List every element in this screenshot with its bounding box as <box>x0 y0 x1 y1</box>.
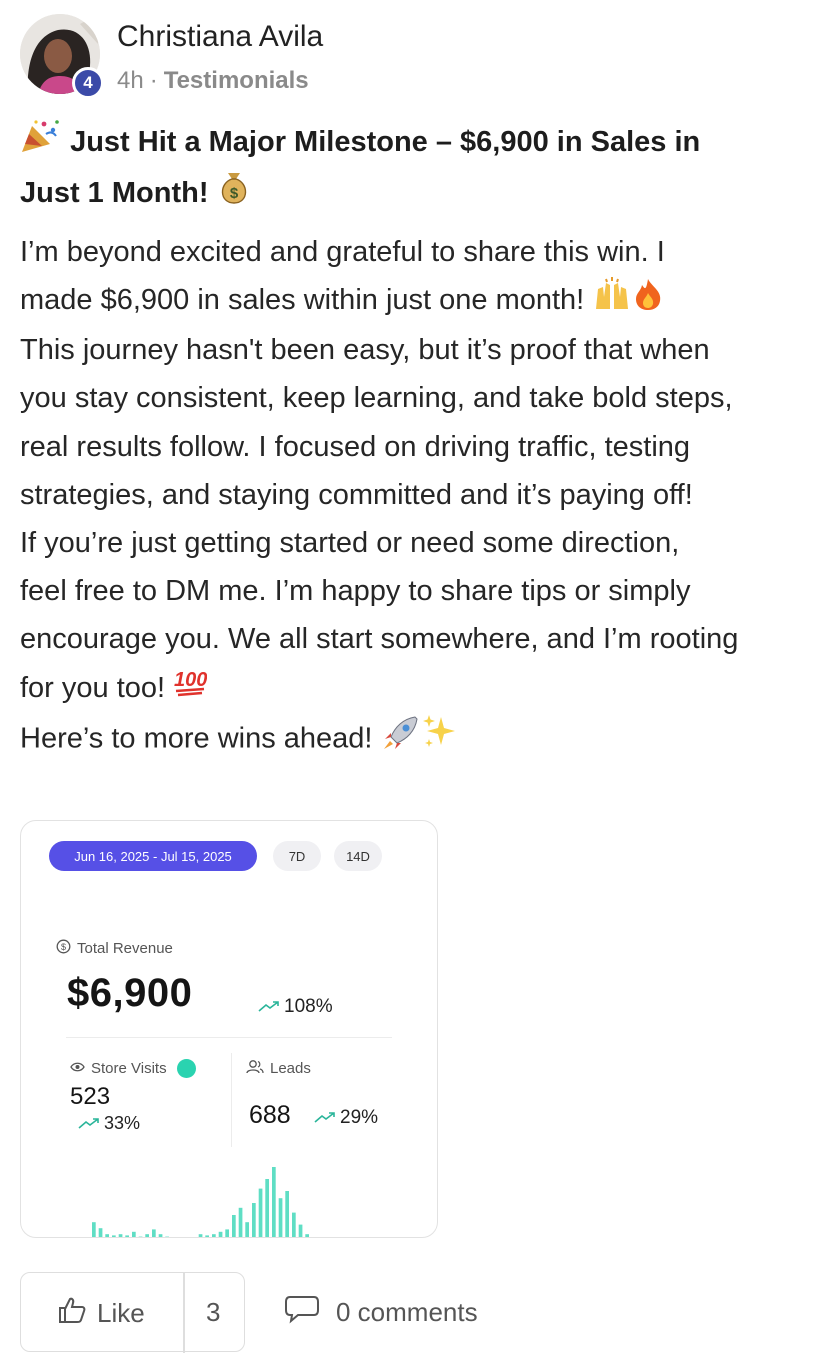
sparkline-bar <box>252 1203 256 1237</box>
post-meta: 4h · Testimonials <box>117 67 309 95</box>
post-title: Just Hit a Major Milestone – $6,900 in S… <box>20 118 780 220</box>
status-dot <box>176 1059 196 1078</box>
sparkline-bar <box>212 1234 216 1237</box>
body-line: This journey hasn't been easy, but it’s … <box>20 334 710 367</box>
level-badge: 4 <box>72 67 104 99</box>
body-line: feel free to DM me. I’m happy to share t… <box>20 575 691 608</box>
sparkline-bar <box>278 1198 283 1237</box>
sparkline-bar <box>305 1234 309 1237</box>
sparkline-bar <box>265 1179 269 1237</box>
sparkline-bar <box>245 1222 249 1237</box>
sparkline-bar <box>285 1191 289 1237</box>
author-name[interactable]: Christiana Avila <box>117 20 323 54</box>
body-line: real results follow. I focused on drivin… <box>20 430 691 463</box>
svg-text:$: $ <box>229 185 238 202</box>
svg-text:$: $ <box>61 942 66 952</box>
leads-value: 688 <box>249 1101 291 1129</box>
body-line: Here’s to more wins ahead! <box>20 713 820 766</box>
users-icon <box>246 1059 264 1078</box>
leads-change: 29% <box>314 1107 378 1129</box>
body-line: I’m beyond excited and grateful to share… <box>20 236 665 268</box>
sparkline-bar <box>138 1236 143 1237</box>
body-line: strategies, and staying committed and it… <box>20 478 693 511</box>
sparkline-bar <box>98 1228 103 1237</box>
divider <box>66 1037 392 1038</box>
like-button[interactable]: Like <box>57 1295 145 1332</box>
sparkline-bar <box>272 1167 276 1237</box>
sparkline-bar <box>218 1231 223 1237</box>
body-line: If you’re just getting started or need s… <box>20 526 680 559</box>
rocket-icon <box>381 713 421 766</box>
trend-up-icon <box>314 1110 336 1126</box>
revenue-change: 108% <box>258 996 333 1018</box>
sparkline-bar <box>165 1236 169 1237</box>
divider <box>231 1053 232 1147</box>
sparkles-icon <box>421 713 459 766</box>
sparkline-bar <box>238 1207 243 1237</box>
sparkline-bar <box>112 1235 116 1237</box>
thumbs-up-icon <box>57 1295 87 1332</box>
sparkline-bar <box>118 1234 123 1237</box>
eye-icon <box>70 1060 85 1077</box>
money-bag-icon: $ <box>217 169 251 220</box>
title-line-2: Just 1 Month! <box>20 177 209 210</box>
sparkline-bar <box>152 1229 156 1237</box>
trend-up-icon <box>258 999 280 1015</box>
dashboard-screenshot[interactable]: Jun 16, 2025 - Jul 15, 2025 7D 14D $ Tot… <box>20 820 438 1238</box>
title-line-1: Just Hit a Major Milestone – $6,900 in S… <box>70 126 701 159</box>
sparkline-bar <box>205 1235 209 1237</box>
sparkline-bar <box>132 1231 136 1237</box>
party-popper-icon <box>20 118 62 169</box>
comment-bubble-icon <box>284 1294 320 1331</box>
like-box: Like 3 <box>20 1272 245 1353</box>
raised-hands-icon <box>592 276 632 326</box>
sparkline-bar <box>298 1224 303 1237</box>
store-visits-value: 523 <box>70 1083 111 1110</box>
comments-button[interactable]: 0 comments <box>284 1294 478 1331</box>
meta-separator: · <box>149 67 158 94</box>
svg-text:100: 100 <box>174 669 207 691</box>
sparkline-bar <box>172 1237 176 1238</box>
leads-label: Leads <box>246 1059 311 1078</box>
post-body: I’m beyond excited and grateful to share… <box>20 228 820 766</box>
total-revenue-value: $6,900 <box>67 971 193 1015</box>
body-line: you stay consistent, keep learning, and … <box>20 382 733 415</box>
hundred-points-icon: 100 <box>173 665 208 713</box>
like-count[interactable]: 3 <box>206 1297 220 1328</box>
sparkline-bar <box>145 1234 149 1237</box>
sparkline-bar <box>125 1235 129 1237</box>
trend-up-icon <box>78 1116 100 1132</box>
dollar-circle-icon: $ <box>56 939 71 958</box>
sparkline-bar <box>105 1234 109 1237</box>
visits-change: 33% <box>78 1113 140 1134</box>
sparkline-bar <box>198 1234 203 1237</box>
post-category[interactable]: Testimonials <box>164 67 309 94</box>
fire-icon <box>632 277 664 326</box>
divider <box>183 1273 185 1353</box>
range-14d-pill: 14D <box>334 841 382 871</box>
date-range-pill: Jun 16, 2025 - Jul 15, 2025 <box>49 841 257 871</box>
store-visits-label: Store Visits <box>70 1059 196 1078</box>
post-time: 4h <box>117 67 144 94</box>
body-line: encourage you. We all start somewhere, a… <box>20 623 739 656</box>
body-line: made $6,900 in sales within just one mon… <box>20 276 820 326</box>
body-line: for you too! 100 <box>20 664 820 713</box>
sparkline-bar <box>232 1215 236 1237</box>
sparkline-bar <box>225 1229 229 1237</box>
range-7d-pill: 7D <box>273 841 321 871</box>
sparkline-bar <box>258 1188 263 1237</box>
sparkline-bar <box>292 1212 296 1237</box>
sparkline-bar <box>92 1222 96 1237</box>
activity-bar-chart <box>92 1167 309 1238</box>
total-revenue-label: $ Total Revenue <box>56 939 173 958</box>
sparkline-bar <box>158 1234 163 1237</box>
